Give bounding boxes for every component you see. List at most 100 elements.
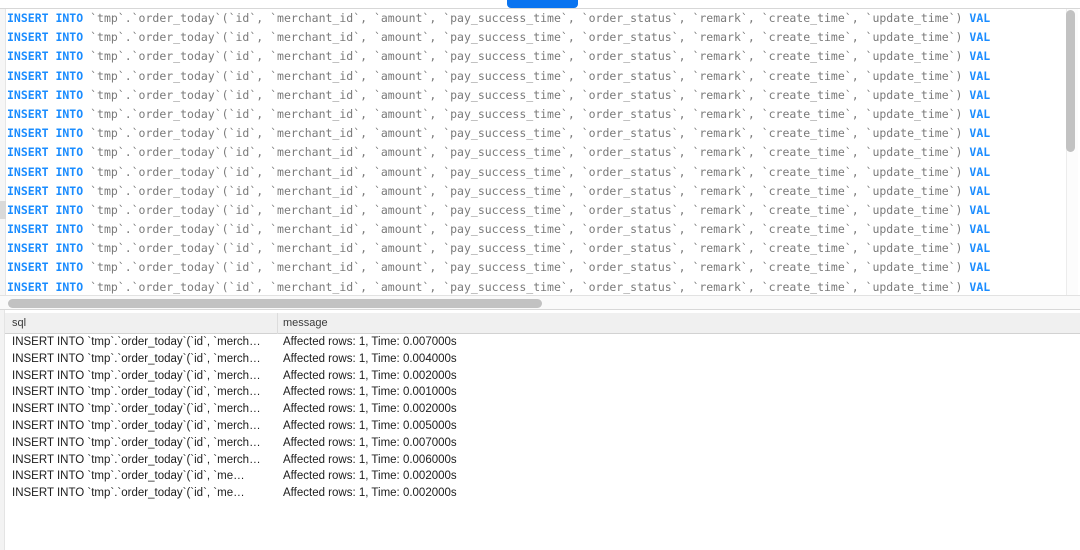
cell-sql[interactable]: INSERT INTO `tmp`.`order_today`(`id`, `m… xyxy=(12,485,245,502)
sql-identifiers: `tmp`.`order_today`(`id`, `merchant_id`,… xyxy=(83,241,970,256)
sql-identifiers: `tmp`.`order_today`(`id`, `merchant_id`,… xyxy=(83,30,970,45)
cell-message[interactable]: Affected rows: 1, Time: 0.005000s xyxy=(283,418,457,435)
table-row[interactable]: INSERT INTO `tmp`.`order_today`(`id`, `m… xyxy=(5,485,1080,502)
cell-sql[interactable]: INSERT INTO `tmp`.`order_today`(`id`, `m… xyxy=(12,334,261,351)
cell-sql[interactable]: INSERT INTO `tmp`.`order_today`(`id`, `m… xyxy=(12,368,261,385)
sql-keyword: INSERT INTO xyxy=(7,222,84,237)
sql-code-line: INSERT INTO `tmp`.`order_today`(`id`, `m… xyxy=(7,105,1080,124)
sql-keyword: INSERT INTO xyxy=(7,11,84,25)
cell-message[interactable]: Affected rows: 1, Time: 0.002000s xyxy=(283,468,457,485)
cell-message[interactable]: Affected rows: 1, Time: 0.007000s xyxy=(283,334,457,351)
sql-keyword: INSERT INTO xyxy=(7,279,84,294)
sql-keyword-tail: VAL xyxy=(969,106,991,121)
cell-sql[interactable]: INSERT INTO `tmp`.`order_today`(`id`, `m… xyxy=(12,435,261,452)
sql-keyword: INSERT INTO xyxy=(7,106,84,121)
cell-sql[interactable]: INSERT INTO `tmp`.`order_today`(`id`, `m… xyxy=(12,468,245,485)
cell-message[interactable]: Affected rows: 1, Time: 0.002000s xyxy=(283,401,457,418)
sql-identifiers: `tmp`.`order_today`(`id`, `merchant_id`,… xyxy=(83,11,970,25)
sql-identifiers: `tmp`.`order_today`(`id`, `merchant_id`,… xyxy=(83,145,970,160)
results-table-header: sql message xyxy=(5,313,1080,334)
cell-sql[interactable]: INSERT INTO `tmp`.`order_today`(`id`, `m… xyxy=(12,351,261,368)
sql-keyword: INSERT INTO xyxy=(7,164,84,179)
table-row[interactable]: INSERT INTO `tmp`.`order_today`(`id`, `m… xyxy=(5,468,1080,485)
sql-keyword-tail: VAL xyxy=(969,222,991,237)
sql-code-line: INSERT INTO `tmp`.`order_today`(`id`, `m… xyxy=(7,47,1080,66)
cell-sql[interactable]: INSERT INTO `tmp`.`order_today`(`id`, `m… xyxy=(12,418,261,435)
sql-code-line: INSERT INTO `tmp`.`order_today`(`id`, `m… xyxy=(7,239,1080,258)
sql-identifiers: `tmp`.`order_today`(`id`, `merchant_id`,… xyxy=(83,49,970,64)
sql-identifiers: `tmp`.`order_today`(`id`, `merchant_id`,… xyxy=(83,106,970,121)
sql-keyword-tail: VAL xyxy=(969,164,991,179)
sql-keyword-tail: VAL xyxy=(969,202,991,217)
table-row[interactable]: INSERT INTO `tmp`.`order_today`(`id`, `m… xyxy=(5,351,1080,368)
sql-keyword: INSERT INTO xyxy=(7,183,84,198)
sql-keyword: INSERT INTO xyxy=(7,30,84,45)
table-row[interactable]: INSERT INTO `tmp`.`order_today`(`id`, `m… xyxy=(5,401,1080,418)
sql-keyword-tail: VAL xyxy=(969,145,991,160)
sql-keyword: INSERT INTO xyxy=(7,126,84,141)
sql-code-line: INSERT INTO `tmp`.`order_today`(`id`, `m… xyxy=(7,124,1080,143)
sql-code-line: INSERT INTO `tmp`.`order_today`(`id`, `m… xyxy=(7,86,1080,105)
editor-horizontal-scrollbar[interactable] xyxy=(0,296,1080,310)
run-button[interactable]: Run xyxy=(507,0,578,8)
sql-identifiers: `tmp`.`order_today`(`id`, `merchant_id`,… xyxy=(83,279,970,294)
editor-vertical-scrollbar-thumb[interactable] xyxy=(1066,10,1075,152)
editor-horizontal-scrollbar-thumb[interactable] xyxy=(8,299,542,308)
sql-code-line: INSERT INTO `tmp`.`order_today`(`id`, `m… xyxy=(7,67,1080,86)
sql-keyword: INSERT INTO xyxy=(7,241,84,256)
sql-keyword: INSERT INTO xyxy=(7,202,84,217)
column-header-message[interactable]: message xyxy=(283,313,328,334)
sql-keyword-tail: VAL xyxy=(969,241,991,256)
sql-keyword-tail: VAL xyxy=(969,68,991,83)
sql-keyword: INSERT INTO xyxy=(7,260,84,275)
sql-keyword-tail: VAL xyxy=(969,183,991,198)
sql-code-line: INSERT INTO `tmp`.`order_today`(`id`, `m… xyxy=(7,278,1080,295)
column-header-sql[interactable]: sql xyxy=(12,313,26,334)
sql-identifiers: `tmp`.`order_today`(`id`, `merchant_id`,… xyxy=(83,183,970,198)
cell-sql[interactable]: INSERT INTO `tmp`.`order_today`(`id`, `m… xyxy=(12,401,261,418)
sql-code-line: INSERT INTO `tmp`.`order_today`(`id`, `m… xyxy=(7,220,1080,239)
table-row[interactable]: INSERT INTO `tmp`.`order_today`(`id`, `m… xyxy=(5,435,1080,452)
table-row[interactable]: INSERT INTO `tmp`.`order_today`(`id`, `m… xyxy=(5,368,1080,385)
sql-code-line: INSERT INTO `tmp`.`order_today`(`id`, `m… xyxy=(7,28,1080,47)
table-row[interactable]: INSERT INTO `tmp`.`order_today`(`id`, `m… xyxy=(5,452,1080,469)
sql-identifiers: `tmp`.`order_today`(`id`, `merchant_id`,… xyxy=(83,68,970,83)
sql-identifiers: `tmp`.`order_today`(`id`, `merchant_id`,… xyxy=(83,222,970,237)
sql-identifiers: `tmp`.`order_today`(`id`, `merchant_id`,… xyxy=(83,202,970,217)
cell-sql[interactable]: INSERT INTO `tmp`.`order_today`(`id`, `m… xyxy=(12,452,261,469)
table-row[interactable]: INSERT INTO `tmp`.`order_today`(`id`, `m… xyxy=(5,384,1080,401)
sql-keyword: INSERT INTO xyxy=(7,145,84,160)
cell-message[interactable]: Affected rows: 1, Time: 0.004000s xyxy=(283,351,457,368)
sql-keyword-tail: VAL xyxy=(969,126,991,141)
editor-vertical-scrollbar[interactable] xyxy=(1066,9,1078,295)
column-divider[interactable] xyxy=(277,313,278,334)
results-table-body: INSERT INTO `tmp`.`order_today`(`id`, `m… xyxy=(5,334,1080,550)
sql-keyword-tail: VAL xyxy=(969,87,991,102)
sql-code-line: INSERT INTO `tmp`.`order_today`(`id`, `m… xyxy=(7,182,1080,201)
gutter-change-marker xyxy=(0,201,6,219)
cell-message[interactable]: Affected rows: 1, Time: 0.001000s xyxy=(283,384,457,401)
sql-keyword-tail: VAL xyxy=(969,30,991,45)
sql-code-line: INSERT INTO `tmp`.`order_today`(`id`, `m… xyxy=(7,163,1080,182)
toolbar-strip: Run xyxy=(0,0,1080,8)
sql-code-line: INSERT INTO `tmp`.`order_today`(`id`, `m… xyxy=(7,143,1080,162)
sql-identifiers: `tmp`.`order_today`(`id`, `merchant_id`,… xyxy=(83,164,970,179)
sql-keyword-tail: VAL xyxy=(969,279,991,294)
cell-sql[interactable]: INSERT INTO `tmp`.`order_today`(`id`, `m… xyxy=(12,384,261,401)
sql-code-area[interactable]: INSERT INTO `tmp`.`order_today`(`id`, `m… xyxy=(7,9,1080,295)
table-row[interactable]: INSERT INTO `tmp`.`order_today`(`id`, `m… xyxy=(5,418,1080,435)
cell-message[interactable]: Affected rows: 1, Time: 0.007000s xyxy=(283,435,457,452)
cell-message[interactable]: Affected rows: 1, Time: 0.002000s xyxy=(283,485,457,502)
sql-keyword: INSERT INTO xyxy=(7,87,84,102)
sql-code-line: INSERT INTO `tmp`.`order_today`(`id`, `m… xyxy=(7,201,1080,220)
cell-message[interactable]: Affected rows: 1, Time: 0.002000s xyxy=(283,368,457,385)
sql-identifiers: `tmp`.`order_today`(`id`, `merchant_id`,… xyxy=(83,126,970,141)
cell-message[interactable]: Affected rows: 1, Time: 0.006000s xyxy=(283,452,457,469)
table-row[interactable]: INSERT INTO `tmp`.`order_today`(`id`, `m… xyxy=(5,334,1080,351)
sql-code-line: INSERT INTO `tmp`.`order_today`(`id`, `m… xyxy=(7,258,1080,277)
sql-identifiers: `tmp`.`order_today`(`id`, `merchant_id`,… xyxy=(83,87,970,102)
sql-keyword-tail: VAL xyxy=(969,49,991,64)
sql-editor-pane[interactable]: INSERT INTO `tmp`.`order_today`(`id`, `m… xyxy=(0,8,1080,296)
sql-keyword-tail: VAL xyxy=(969,260,991,275)
editor-gutter xyxy=(0,9,6,295)
